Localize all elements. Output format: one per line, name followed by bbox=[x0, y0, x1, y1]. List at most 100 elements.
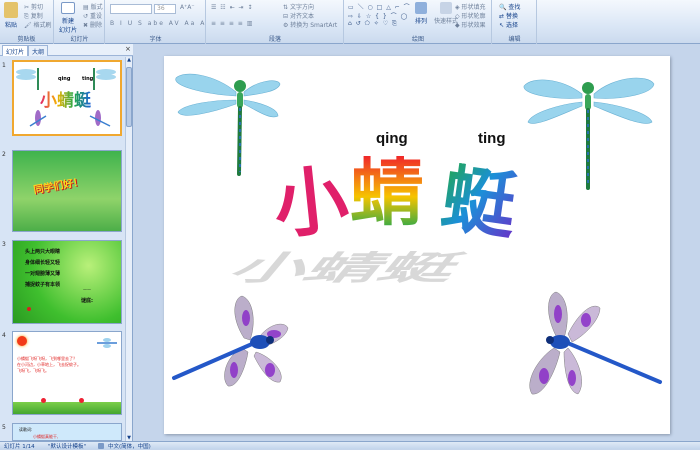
format-painter-label: 格式刷 bbox=[33, 22, 52, 29]
thumb3-riddle: 头上两只大眼睛 身体细长轻又轻 一对翅膀薄又薄 捕捉蚊子有本领 bbox=[25, 247, 60, 291]
thumb5-line: 小蜻蜓真能干, bbox=[33, 434, 59, 439]
list-buttons[interactable]: ☰ ☷ ⇤ ⇥ ↕ bbox=[211, 4, 253, 11]
layout-label: 版式 bbox=[90, 4, 103, 11]
thumb3-answer: 谜底: bbox=[81, 298, 93, 304]
grass-band bbox=[13, 402, 121, 414]
title-char-ting[interactable]: 蜓 bbox=[436, 155, 521, 250]
drawing-group-label: 绘图 bbox=[411, 36, 424, 43]
font-group-label: 字体 bbox=[149, 36, 162, 43]
editing-group: 🔍 查找 ⇄ 替换 ↖ 选择 编辑 bbox=[493, 0, 537, 44]
shape-fill-label: 形状填充 bbox=[461, 4, 486, 11]
status-bar: 幻灯片 1/14 "默认设计模板" 中文(简体，中国) bbox=[0, 441, 700, 450]
arrange-label: 排列 bbox=[414, 18, 427, 25]
spellcheck-icon[interactable] bbox=[98, 443, 104, 449]
paste-label: 粘贴 bbox=[4, 22, 17, 29]
thumb-number: 5 bbox=[2, 424, 6, 431]
font-format-buttons[interactable]: B I U S abe AV Aa A bbox=[110, 20, 206, 27]
align-text-label: 对齐文本 bbox=[289, 13, 314, 20]
title-char-xiao[interactable]: 小 bbox=[270, 156, 353, 249]
riddle-line: 一对翅膀薄又薄 bbox=[25, 271, 61, 277]
thumb1-pinyin-2: ting bbox=[82, 76, 94, 82]
scroll-thumb[interactable] bbox=[126, 67, 132, 127]
shape-effects-button[interactable]: ◆ 形状效果 bbox=[455, 20, 486, 29]
slide-thumbnail-1[interactable]: qing ting 小蜻蜓 bbox=[12, 60, 122, 136]
thumb4-dragonfly bbox=[97, 338, 117, 348]
tab-outline[interactable]: 大纲 bbox=[28, 45, 49, 56]
dragonfly-top-left-image[interactable] bbox=[174, 64, 282, 176]
quick-styles-icon bbox=[440, 2, 452, 14]
flower-icon bbox=[41, 398, 46, 403]
riddle-line: 身体细长轻又轻 bbox=[25, 260, 61, 266]
thumb4-text: 小蜻蜓飞呀飞呀，飞到哪里去了？ 在小河边，小草地上，飞去捉蚊子。 飞呀飞，飞呀飞… bbox=[17, 356, 87, 374]
thumb2-greeting: 同学们好！ bbox=[32, 176, 84, 197]
new-slide-button[interactable]: 新建 幻灯片 bbox=[57, 2, 79, 34]
slide-thumbnail-3[interactable]: 头上两只大眼睛 身体细长轻又轻 一对翅膀薄又薄 捕捉蚊子有本领 —— 谜底: bbox=[12, 240, 122, 324]
thumb-number: 3 bbox=[2, 241, 6, 248]
thumb-number: 2 bbox=[2, 151, 6, 158]
shape-effects-label: 形状效果 bbox=[461, 22, 486, 29]
shapes-gallery[interactable]: ▭ ＼ ○ □ △ ⌐ ⌒ ⇨ ⇩ ☆ { } ⌒ ◯ ⌂ ↺ ⬠ ✧ ♡ ⎘ bbox=[348, 2, 411, 28]
paragraph-group: ☰ ☷ ⇤ ⇥ ↕ ≡ ≡ ≡ ≡ ▥ ⇅ 文字方向 ⊟ 对齐文本 ⚙ 转换为 … bbox=[207, 0, 344, 44]
cut-label: 剪切 bbox=[30, 4, 43, 11]
text-direction-label: 文字方向 bbox=[289, 4, 314, 11]
dragonfly-bottom-right-image[interactable] bbox=[514, 286, 664, 402]
font-size-select[interactable]: 36 bbox=[154, 4, 176, 14]
drawing-group: ▭ ＼ ○ □ △ ⌐ ⌒ ⇨ ⇩ ☆ { } ⌒ ◯ ⌂ ↺ ⬠ ✧ ♡ ⎘ 排列… bbox=[345, 0, 492, 44]
replace-label: 替换 bbox=[505, 13, 518, 20]
slides-group: 新建 幻灯片 ▤ 版式 ↺ 重设 ✖ 删除 幻灯片 bbox=[55, 0, 105, 44]
new-slide-icon bbox=[61, 2, 75, 14]
shape-outline-button[interactable]: ◇ 形状轮廓 bbox=[455, 11, 486, 20]
reset-button[interactable]: ↺ 重设 bbox=[83, 11, 102, 20]
clipboard-group: 粘贴 ✂ 剪切 ⎘ 复制 🖌 格式刷 剪贴板 bbox=[0, 0, 54, 44]
slides-group-label: 幻灯片 bbox=[70, 36, 89, 43]
find-label: 查找 bbox=[508, 4, 521, 11]
align-text-button[interactable]: ⊟ 对齐文本 bbox=[283, 11, 314, 20]
thumb3-dash: —— bbox=[83, 287, 91, 292]
new-slide-label: 新建 bbox=[61, 18, 74, 25]
format-painter-button[interactable]: 🖌 格式刷 bbox=[24, 20, 52, 29]
shape-fill-button[interactable]: ◈ 形状填充 bbox=[455, 2, 486, 11]
slide-pane: 幻灯片 大纲 × 1 qing ting 小蜻蜓 2 同学们好！ 3 头上两只大… bbox=[0, 44, 133, 441]
scroll-up-icon[interactable]: ▲ bbox=[126, 57, 132, 63]
dragonfly-bottom-left-image[interactable] bbox=[170, 294, 294, 394]
current-slide[interactable]: qing ting 小蜻蜓 小 蜻 蜓 bbox=[164, 56, 670, 434]
select-label: 选择 bbox=[505, 22, 518, 29]
text-direction-button[interactable]: ⇅ 文字方向 bbox=[283, 2, 314, 11]
smartart-button[interactable]: ⚙ 转换为 SmartArt bbox=[283, 20, 337, 29]
pinyin-ting[interactable]: ting bbox=[478, 130, 506, 147]
slide-thumbnail-4[interactable]: 小蜻蜓飞呀飞呀，飞到哪里去了？ 在小河边，小草地上，飞去捉蚊子。 飞呀飞，飞呀飞… bbox=[12, 331, 122, 415]
clipboard-icon bbox=[4, 2, 18, 18]
pinyin-qing[interactable]: qing bbox=[376, 130, 408, 147]
pane-scrollbar[interactable]: ▲ ▼ bbox=[125, 57, 132, 441]
delete-label: 删除 bbox=[89, 22, 102, 29]
slide-editor: qing ting 小蜻蜓 小 蜻 蜓 bbox=[134, 44, 700, 441]
arrange-button[interactable]: 排列 bbox=[411, 2, 431, 25]
clipboard-group-label: 剪贴板 bbox=[17, 36, 36, 43]
layout-button[interactable]: ▤ 版式 bbox=[83, 2, 103, 11]
slide-thumbnail-5[interactable]: 读歌词: 小蜻蜓真能干, bbox=[12, 423, 122, 441]
slide-thumbnail-2[interactable]: 同学们好！ bbox=[12, 150, 122, 232]
reset-label: 重设 bbox=[89, 13, 102, 20]
font-group: 36 A⁺A⁻ B I U S abe AV Aa A 字体 bbox=[106, 0, 206, 44]
ladybug-icon bbox=[27, 307, 31, 311]
align-buttons[interactable]: ≡ ≡ ≡ ≡ ▥ bbox=[211, 20, 253, 27]
grow-font-button[interactable]: A⁺A⁻ bbox=[180, 4, 195, 11]
thumb4-line: 飞呀飞，飞呀飞。 bbox=[17, 368, 49, 373]
close-pane-icon[interactable]: × bbox=[125, 45, 131, 53]
ribbon: 粘贴 ✂ 剪切 ⎘ 复制 🖌 格式刷 剪贴板 新建 幻灯片 ▤ 版式 ↺ 重设 … bbox=[0, 0, 700, 44]
cut-button[interactable]: ✂ 剪切 bbox=[24, 2, 43, 11]
replace-button[interactable]: ⇄ 替换 bbox=[499, 11, 518, 20]
paste-button[interactable]: 粘贴 bbox=[2, 2, 20, 29]
copy-label: 复制 bbox=[30, 13, 43, 20]
select-button[interactable]: ↖ 选择 bbox=[499, 20, 518, 29]
riddle-line: 捕捉蚊子有本领 bbox=[25, 282, 61, 288]
new-slide-label2: 幻灯片 bbox=[58, 27, 77, 34]
title-char-qing[interactable]: 蜻 bbox=[350, 156, 424, 230]
flower-icon bbox=[79, 398, 84, 403]
editing-group-label: 编辑 bbox=[508, 36, 521, 43]
find-button[interactable]: 🔍 查找 bbox=[499, 2, 520, 11]
dragonfly-top-right-image[interactable] bbox=[518, 64, 658, 190]
font-family-select[interactable] bbox=[110, 4, 152, 14]
delete-button[interactable]: ✖ 删除 bbox=[83, 20, 102, 29]
tab-slides[interactable]: 幻灯片 bbox=[2, 45, 29, 56]
